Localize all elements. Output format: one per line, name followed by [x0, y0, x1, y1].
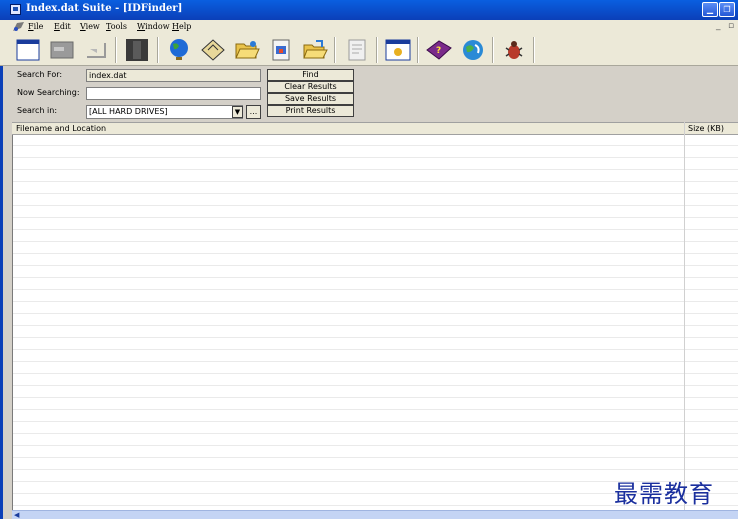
- results-list[interactable]: [12, 122, 738, 519]
- find-button[interactable]: Find: [267, 69, 354, 81]
- column-size[interactable]: Size (KB): [688, 124, 724, 133]
- disk-icon: [201, 39, 225, 61]
- column-divider: [684, 122, 685, 512]
- svg-text:?: ?: [436, 46, 441, 56]
- dark-panel-icon: [126, 39, 148, 61]
- menu-view[interactable]: View: [80, 22, 100, 31]
- document-icon: [272, 39, 290, 61]
- tb-image-button[interactable]: [383, 36, 413, 64]
- folder-open-icon: [235, 41, 260, 59]
- scroll-left-icon[interactable]: ◀: [14, 511, 19, 519]
- toolbar-separator: [157, 37, 159, 63]
- minimize-button[interactable]: ▁: [702, 2, 718, 17]
- search-panel: Search For: index.dat Now Searching: Sea…: [8, 66, 738, 122]
- search-for-input[interactable]: index.dat: [86, 69, 261, 82]
- mdi-restore-button[interactable]: ▫: [728, 21, 734, 31]
- column-filename[interactable]: Filename and Location: [16, 124, 106, 133]
- title-bar: Index.dat Suite - [IDFinder] ▁ ❐: [0, 0, 738, 20]
- tb-open-folder-button[interactable]: [232, 36, 262, 64]
- toolbar: ?: [0, 35, 738, 66]
- now-searching-label: Now Searching:: [17, 88, 80, 97]
- notepad-icon: [348, 39, 366, 61]
- tb-panel-button[interactable]: [122, 36, 152, 64]
- tb-globe-button[interactable]: [164, 36, 194, 64]
- tb-notepad-button[interactable]: [342, 36, 372, 64]
- toolbar-separator: [376, 37, 378, 63]
- chevron-down-icon[interactable]: ▼: [232, 106, 243, 118]
- tb-help-button[interactable]: ?: [424, 36, 454, 64]
- folder-icon: [303, 40, 328, 59]
- search-for-label: Search For:: [17, 70, 63, 79]
- toolbar-separator: [492, 37, 494, 63]
- tb-flag-button[interactable]: [81, 36, 111, 64]
- tb-folder-button[interactable]: [300, 36, 330, 64]
- menu-bar: File Edit View Tools Window Help _ ▫: [0, 20, 738, 35]
- flag-icon: [87, 43, 106, 58]
- help-book-icon: ?: [426, 40, 452, 60]
- mdi-app-icon: [13, 22, 24, 31]
- tb-web-button[interactable]: [458, 36, 488, 64]
- window-frame-left: [0, 66, 3, 519]
- tb-document-button[interactable]: [266, 36, 296, 64]
- menu-edit[interactable]: Edit: [54, 22, 71, 31]
- toolbar-separator: [115, 37, 117, 63]
- clear-results-button[interactable]: Clear Results: [267, 81, 354, 93]
- menu-window[interactable]: Window: [137, 22, 170, 31]
- menu-help[interactable]: Help: [172, 22, 191, 31]
- tb-console-button[interactable]: [47, 36, 77, 64]
- window-title: Index.dat Suite - [IDFinder]: [26, 3, 183, 14]
- menu-tools[interactable]: Tools: [106, 22, 127, 31]
- tb-window-button[interactable]: [13, 36, 43, 64]
- horizontal-scrollbar[interactable]: ◀: [12, 510, 738, 519]
- bug-icon: [505, 41, 523, 59]
- ie-globe-icon: [463, 40, 483, 60]
- image-icon: [385, 39, 411, 61]
- print-results-button[interactable]: Print Results: [267, 105, 354, 117]
- browse-button[interactable]: ...: [246, 105, 261, 119]
- tb-bug-button[interactable]: [499, 36, 529, 64]
- tb-disk-button[interactable]: [198, 36, 228, 64]
- console-icon: [50, 41, 74, 59]
- toolbar-separator: [533, 37, 535, 63]
- window-icon: [16, 39, 40, 61]
- toolbar-separator: [417, 37, 419, 63]
- toolbar-separator: [334, 37, 336, 63]
- mdi-minimize-button[interactable]: _: [716, 21, 721, 31]
- search-in-select[interactable]: [ALL HARD DRIVES]: [86, 105, 243, 119]
- results-header: Filename and Location Size (KB): [12, 122, 738, 135]
- search-in-label: Search in:: [17, 106, 58, 115]
- restore-button[interactable]: ❐: [719, 2, 735, 17]
- menu-file[interactable]: File: [28, 22, 43, 31]
- app-icon: [10, 4, 21, 15]
- save-results-button[interactable]: Save Results: [267, 93, 354, 105]
- watermark: 最需教育: [614, 480, 714, 508]
- globe-icon: [170, 39, 188, 60]
- now-searching-field: [86, 87, 261, 100]
